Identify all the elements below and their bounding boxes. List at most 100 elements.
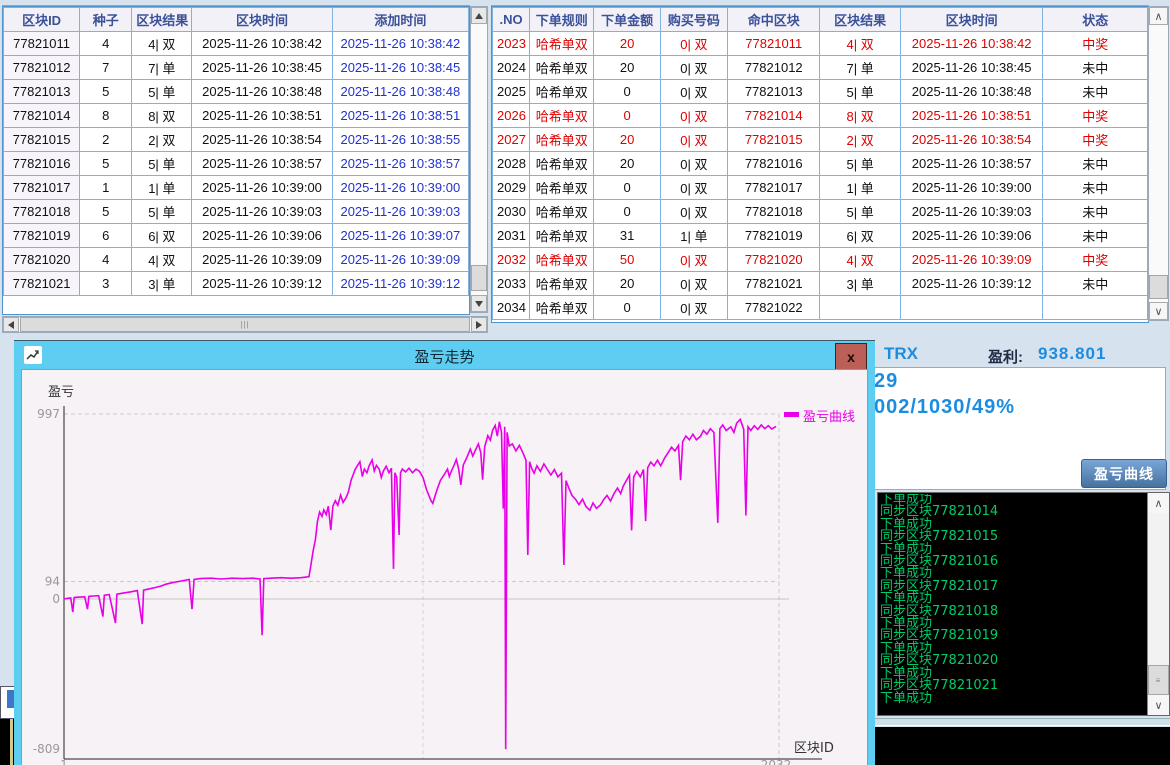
- block-row[interactable]: 7782102133| 单2025-11-26 10:39:122025-11-…: [4, 272, 469, 296]
- bet-row[interactable]: 2026哈希单双00| 双778210148| 双2025-11-26 10:3…: [493, 104, 1148, 128]
- block-row[interactable]: 7782101277| 单2025-11-26 10:38:452025-11-…: [4, 56, 469, 80]
- scroll-thumb[interactable]: |||: [20, 317, 470, 332]
- cell-amount: 31: [594, 224, 660, 248]
- bet-row[interactable]: 2031哈希单双311| 单778210196| 双2025-11-26 10:…: [493, 224, 1148, 248]
- column-header[interactable]: 下单规则: [530, 8, 594, 32]
- cell-add-time: 2025-11-26 10:39:03: [332, 200, 468, 224]
- cell-no: 2034: [493, 296, 530, 320]
- column-header[interactable]: 添加时间: [332, 8, 468, 32]
- cell-add-time: 2025-11-26 10:39:07: [332, 224, 468, 248]
- column-header[interactable]: 区块时间: [192, 8, 332, 32]
- cell-result: 5| 单: [132, 152, 192, 176]
- profit-curve-button[interactable]: 盈亏曲线: [1081, 459, 1167, 488]
- block-row[interactable]: 7782101855| 单2025-11-26 10:39:032025-11-…: [4, 200, 469, 224]
- block-row[interactable]: 7782101355| 单2025-11-26 10:38:482025-11-…: [4, 80, 469, 104]
- y-tick-label: 94: [45, 575, 60, 589]
- cell-rule: 哈希单双: [530, 152, 594, 176]
- bet-row[interactable]: 2024哈希单双200| 双778210127| 单2025-11-26 10:…: [493, 56, 1148, 80]
- stats-line-2: 002/1030/49%: [870, 394, 1165, 420]
- cell-block-id: 77821015: [4, 128, 80, 152]
- profit-value: 938.801: [1038, 344, 1106, 364]
- bet-row[interactable]: 2029哈希单双00| 双778210171| 单2025-11-26 10:3…: [493, 176, 1148, 200]
- cell-block-id: 77821020: [4, 248, 80, 272]
- scroll-up-button[interactable]: [471, 7, 487, 24]
- cell-block-id: 77821013: [4, 80, 80, 104]
- column-header[interactable]: 命中区块: [728, 8, 820, 32]
- column-header[interactable]: 状态: [1043, 8, 1148, 32]
- bets-table-vscrollbar[interactable]: ∧ ∨: [1148, 6, 1169, 321]
- cell-amount: 0: [594, 200, 660, 224]
- scroll-thumb[interactable]: ≡: [1148, 665, 1169, 695]
- close-button[interactable]: x: [835, 343, 867, 370]
- window-title-bar[interactable]: 盈亏走势 x: [14, 341, 875, 369]
- block-row[interactable]: 7782101144| 双2025-11-26 10:38:422025-11-…: [4, 32, 469, 56]
- cell-block-time: 2025-11-26 10:39:12: [900, 272, 1043, 296]
- cell-seed: 3: [80, 272, 132, 296]
- column-header[interactable]: 区块结果: [820, 8, 900, 32]
- bet-row[interactable]: 2030哈希单双00| 双778210185| 单2025-11-26 10:3…: [493, 200, 1148, 224]
- scroll-down-button[interactable]: [471, 295, 487, 312]
- block-row[interactable]: 7782101966| 双2025-11-26 10:39:062025-11-…: [4, 224, 469, 248]
- scroll-thumb[interactable]: [471, 265, 487, 291]
- scroll-up-button[interactable]: ∧: [1148, 493, 1169, 513]
- cell-status: 未中: [1043, 152, 1148, 176]
- log-line: 下单成功: [880, 693, 1145, 705]
- panel-separator: [869, 718, 1170, 726]
- cell-amount: 0: [594, 80, 660, 104]
- legend-swatch: [784, 412, 799, 417]
- cell-result: 5| 单: [820, 200, 900, 224]
- scroll-down-button[interactable]: ∨: [1148, 695, 1169, 715]
- column-header[interactable]: 区块结果: [132, 8, 192, 32]
- scroll-right-button[interactable]: [471, 317, 487, 332]
- triangle-right-icon: [476, 321, 482, 329]
- terminal-scrollbar[interactable]: ∧ ≡ ∨: [1147, 493, 1169, 715]
- column-header[interactable]: 种子: [80, 8, 132, 32]
- bet-row[interactable]: 2034哈希单双00| 双77821022: [493, 296, 1148, 320]
- cell-block-time: 2025-11-26 10:38:54: [192, 128, 332, 152]
- column-header[interactable]: 区块时间: [900, 8, 1043, 32]
- log-terminal[interactable]: 下单成功同步区块77821014下单成功同步区块77821015下单成功同步区块…: [877, 492, 1170, 716]
- block-row[interactable]: 7782101711| 单2025-11-26 10:39:002025-11-…: [4, 176, 469, 200]
- scroll-left-button[interactable]: [3, 317, 19, 332]
- column-header[interactable]: 下单金额: [594, 8, 660, 32]
- profit-curve: [64, 419, 776, 749]
- column-header[interactable]: 区块ID: [4, 8, 80, 32]
- cell-amount: 0: [594, 296, 660, 320]
- scroll-down-button[interactable]: ∨: [1149, 302, 1168, 320]
- column-header[interactable]: .NO: [493, 8, 530, 32]
- cell-no: 2030: [493, 200, 530, 224]
- block-row[interactable]: 7782102044| 双2025-11-26 10:39:092025-11-…: [4, 248, 469, 272]
- cell-result: 5| 单: [132, 80, 192, 104]
- cell-block-id: 77821011: [4, 32, 80, 56]
- cell-no: 2027: [493, 128, 530, 152]
- cell-block-time: 2025-11-26 10:38:45: [192, 56, 332, 80]
- cell-seed: 5: [80, 200, 132, 224]
- cell-seed: 6: [80, 224, 132, 248]
- scroll-thumb[interactable]: [1149, 275, 1168, 299]
- cell-status: 未中: [1043, 56, 1148, 80]
- bet-row[interactable]: 2033哈希单双200| 双778210213| 单2025-11-26 10:…: [493, 272, 1148, 296]
- cell-rule: 哈希单双: [530, 80, 594, 104]
- app-window: 区块ID种子区块结果区块时间添加时间 7782101144| 双2025-11-…: [0, 0, 1170, 765]
- bet-row[interactable]: 2027哈希单双200| 双778210152| 双2025-11-26 10:…: [493, 128, 1148, 152]
- bet-row[interactable]: 2032哈希单双500| 双778210204| 双2025-11-26 10:…: [493, 248, 1148, 272]
- cell-result: 1| 单: [820, 176, 900, 200]
- cell-amount: 20: [594, 152, 660, 176]
- cell-number: 0| 双: [660, 32, 727, 56]
- block-row[interactable]: 7782101522| 双2025-11-26 10:38:542025-11-…: [4, 128, 469, 152]
- cell-amount: 0: [594, 104, 660, 128]
- cell-hit-block: 77821017: [728, 176, 820, 200]
- bet-row[interactable]: 2025哈希单双00| 双778210135| 单2025-11-26 10:3…: [493, 80, 1148, 104]
- cell-no: 2024: [493, 56, 530, 80]
- scroll-up-button[interactable]: ∧: [1149, 7, 1168, 25]
- column-header[interactable]: 购买号码: [660, 8, 727, 32]
- block-row[interactable]: 7782101655| 单2025-11-26 10:38:572025-11-…: [4, 152, 469, 176]
- bet-row[interactable]: 2023哈希单双200| 双778210114| 双2025-11-26 10:…: [493, 32, 1148, 56]
- profit-chart-window: 盈亏走势 x 997940-80912032盈亏区块ID盈亏曲线: [14, 340, 875, 765]
- cell-rule: 哈希单双: [530, 224, 594, 248]
- block-row[interactable]: 7782101488| 双2025-11-26 10:38:512025-11-…: [4, 104, 469, 128]
- cell-add-time: 2025-11-26 10:38:48: [332, 80, 468, 104]
- bet-row[interactable]: 2028哈希单双200| 双778210165| 单2025-11-26 10:…: [493, 152, 1148, 176]
- blocks-table-hscrollbar[interactable]: |||: [2, 316, 488, 333]
- blocks-table-vscrollbar[interactable]: [470, 6, 488, 313]
